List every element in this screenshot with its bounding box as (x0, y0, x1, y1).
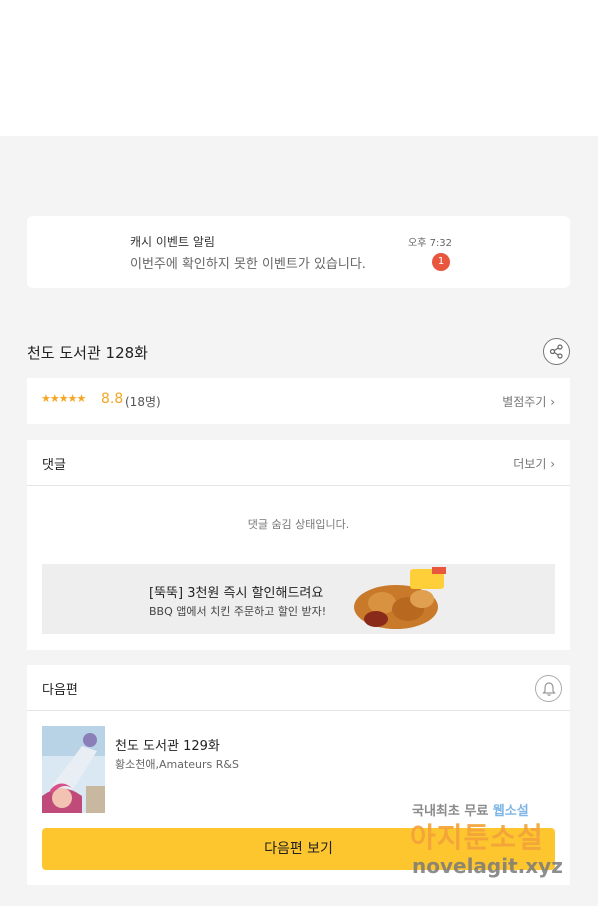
rating-stars: ★★★★★ (41, 392, 86, 405)
notification-badge: 1 (432, 253, 450, 271)
give-rating-button[interactable]: 별점주기 › (502, 393, 555, 410)
comments-hidden-message: 댓글 숨김 상태입니다. (247, 518, 350, 531)
thumbnail-art (42, 726, 105, 813)
next-episode-thumbnail[interactable] (42, 726, 105, 813)
next-episode-author: 황소천애,Amateurs R&S (115, 758, 239, 771)
top-blank-area (0, 0, 598, 136)
notification-title: 캐시 이벤트 알림 (130, 235, 215, 249)
share-icon (549, 344, 563, 359)
next-episode-label: 다음편 (42, 683, 78, 698)
comments-section: 댓글 더보기 › 댓글 숨김 상태입니다. [뚝뚝] 3천원 즉시 할인해드려요… (27, 440, 570, 650)
watermark-line3: novelagit.xyz (412, 854, 563, 878)
comments-more-button[interactable]: 더보기 › (513, 455, 555, 472)
bell-icon (542, 682, 556, 696)
rating-count: (18명) (125, 395, 161, 409)
share-button[interactable] (543, 338, 570, 365)
comments-header: 댓글 더보기 › (27, 440, 570, 486)
chicken-image (354, 567, 446, 629)
next-episode-header: 다음편 (27, 665, 570, 711)
ad-subtext: BBQ 앱에서 치킨 주문하고 할인 받자! (149, 605, 327, 618)
next-episode-title: 천도 도서관 129화 (115, 739, 220, 754)
rating-score: 8.8 (101, 391, 124, 407)
notification-card[interactable]: 캐시 이벤트 알림 이번주에 확인하지 못한 이벤트가 있습니다. 오후 7:3… (27, 216, 570, 288)
comments-label: 댓글 (42, 458, 66, 473)
ad-banner[interactable]: [뚝뚝] 3천원 즉시 할인해드려요 BBQ 앱에서 치킨 주문하고 할인 받자… (42, 564, 555, 634)
watermark: 국내최초 무료 웹소설 아지툰소설 novelagit.xyz (410, 800, 580, 890)
watermark-line2: 아지툰소설 (410, 821, 544, 854)
episode-title: 천도 도서관 128화 (27, 344, 148, 362)
notify-button[interactable] (535, 675, 562, 702)
ad-headline: [뚝뚝] 3천원 즉시 할인해드려요 (149, 586, 324, 601)
rating-bar: ★★★★★ 8.8 (18명) 별점주기 › (27, 378, 570, 424)
notification-time: 오후 7:32 (408, 238, 453, 249)
notification-body: 이번주에 확인하지 못한 이벤트가 있습니다. (130, 257, 366, 272)
